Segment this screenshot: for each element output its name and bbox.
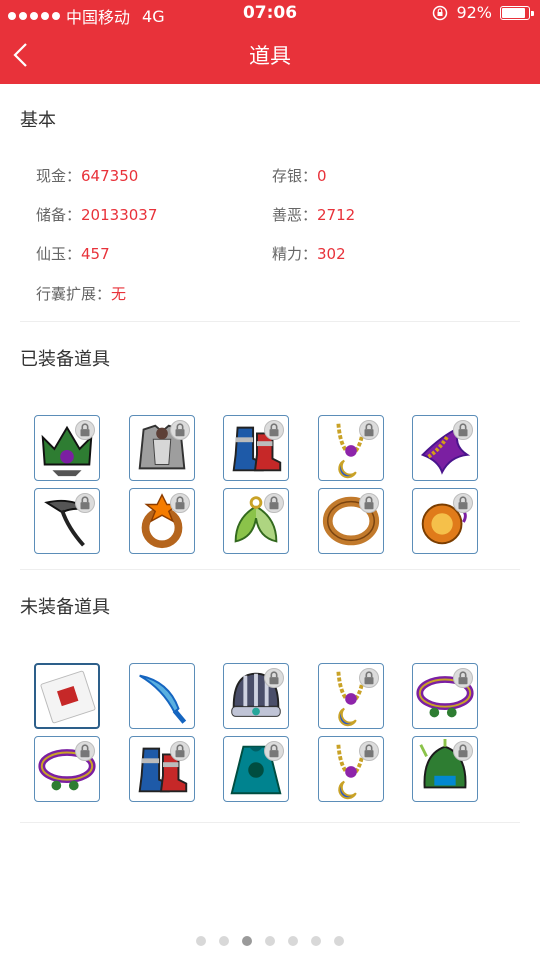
lock-icon [264, 420, 284, 440]
divider [20, 321, 520, 322]
section-title-equipped: 已装备道具 [20, 349, 110, 370]
lock-icon [169, 741, 190, 761]
equipped-item-slot[interactable] [34, 488, 100, 554]
lock-icon [358, 668, 379, 688]
unequipped-item-slot[interactable] [128, 663, 195, 729]
unequipped-item-slot[interactable] [317, 736, 384, 802]
page-dot[interactable] [311, 936, 321, 946]
unequipped-item-slot[interactable] [223, 663, 289, 729]
lock-icon [453, 420, 473, 440]
status-bar: 中国移动 4G 07:06 92% [0, 0, 540, 28]
cash-value: 647350 [81, 167, 139, 185]
rotation-lock-icon [433, 5, 448, 20]
equipped-item-slot[interactable] [223, 488, 289, 554]
cash-label: 现金： [36, 167, 82, 185]
karma-label: 善恶： [272, 206, 318, 224]
equipped-item-slot[interactable] [128, 488, 195, 554]
unequipped-item-slot[interactable] [412, 736, 478, 802]
reserve-label: 储备： [36, 206, 82, 224]
talisman-paper-icon [40, 670, 96, 724]
battery-percent: 92% [456, 3, 492, 22]
lock-icon [453, 493, 473, 513]
unequipped-item-slot[interactable] [412, 663, 478, 729]
page-title: 道具 [249, 44, 291, 68]
bag-label: 行囊扩展： [36, 285, 112, 303]
cash-row: 现金：647350 [36, 165, 138, 186]
lock-icon [264, 741, 284, 761]
jade-label: 仙玉： [36, 245, 82, 263]
equipped-item-slot[interactable] [128, 415, 195, 481]
equipped-item-slot[interactable] [34, 415, 100, 481]
lock-icon [169, 493, 190, 513]
equipped-item-slot[interactable] [317, 488, 384, 554]
page-dot[interactable] [265, 936, 275, 946]
app-header: 中国移动 4G 07:06 92% 道具 [0, 0, 540, 84]
jade-value: 457 [81, 245, 110, 263]
lock-icon [264, 493, 284, 513]
karma-row: 善恶：2712 [272, 204, 355, 225]
unequipped-item-slot[interactable] [34, 663, 100, 729]
page-dot[interactable] [196, 936, 206, 946]
lock-icon [169, 420, 190, 440]
energy-value: 302 [317, 245, 346, 263]
section-title-basic: 基本 [20, 110, 56, 131]
page-indicator [0, 936, 540, 946]
divider [20, 569, 520, 570]
lock-icon [453, 668, 473, 688]
bag-row: 行囊扩展：无 [36, 283, 126, 304]
lock-icon [75, 741, 95, 761]
reserve-value: 20133037 [81, 206, 158, 224]
lock-icon [264, 668, 284, 688]
battery-icon [500, 5, 534, 20]
karma-value: 2712 [317, 206, 356, 224]
equipped-item-slot[interactable] [412, 415, 478, 481]
deposit-label: 存银： [272, 167, 318, 185]
page-dot[interactable] [242, 936, 252, 946]
energy-row: 精力：302 [272, 243, 346, 264]
page-dot[interactable] [219, 936, 229, 946]
divider [20, 822, 520, 823]
page-dot[interactable] [334, 936, 344, 946]
unequipped-item-slot[interactable] [223, 736, 289, 802]
status-right: 92% [432, 3, 534, 22]
reserve-row: 储备：20133037 [36, 204, 157, 225]
lock-icon [358, 741, 379, 761]
jade-row: 仙玉：457 [36, 243, 110, 264]
lock-icon [75, 420, 95, 440]
bag-value: 无 [111, 285, 127, 303]
unequipped-item-slot[interactable] [317, 663, 384, 729]
unequipped-item-slot[interactable] [34, 736, 100, 802]
blade-icon [138, 674, 186, 724]
section-title-unequipped: 未装备道具 [20, 597, 110, 618]
deposit-row: 存银：0 [272, 165, 327, 186]
deposit-value: 0 [317, 167, 327, 185]
unequipped-item-slot[interactable] [128, 736, 195, 802]
lock-icon [358, 420, 379, 440]
energy-label: 精力： [272, 245, 318, 263]
lock-icon [453, 741, 473, 761]
equipped-item-slot[interactable] [317, 415, 384, 481]
lock-icon [75, 493, 95, 513]
equipped-item-slot[interactable] [412, 488, 478, 554]
lock-icon [358, 493, 379, 513]
equipped-item-slot[interactable] [223, 415, 289, 481]
page-dot[interactable] [288, 936, 298, 946]
